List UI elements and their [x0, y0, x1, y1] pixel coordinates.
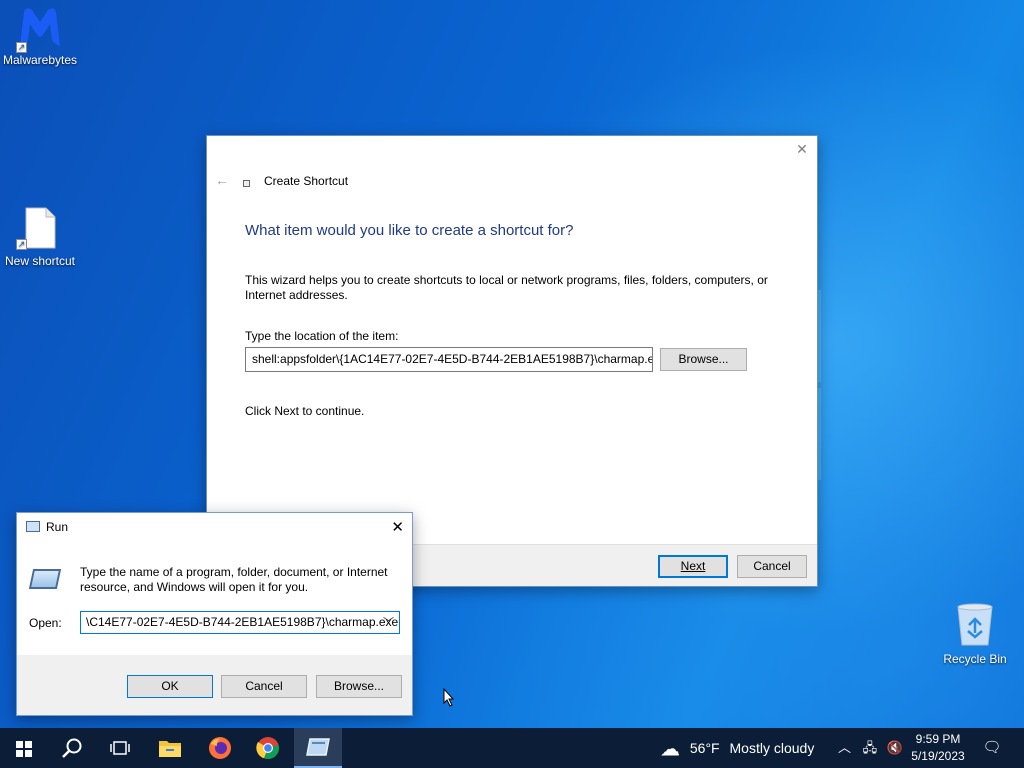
desktop-icon-label: Recycle Bin	[943, 652, 1007, 666]
wizard-description: This wizard helps you to create shortcut…	[245, 273, 768, 302]
open-combobox[interactable]: \C14E77-02E7-4E5D-B744-2EB1AE5198B7}\cha…	[80, 611, 400, 634]
blank-file-icon	[25, 207, 56, 249]
chevron-down-icon[interactable]: ﹀	[383, 614, 394, 630]
run-app-icon	[306, 738, 330, 756]
desktop-icon-label: Malwarebytes	[2, 53, 78, 67]
back-arrow-icon[interactable]: ←	[215, 172, 229, 188]
location-input[interactable]: shell:appsfolder\{1AC14E77-02E7-4E5D-B74…	[245, 347, 653, 372]
run-taskbar-button[interactable]	[294, 728, 342, 768]
start-icon	[16, 741, 32, 757]
firefox-button[interactable]	[196, 728, 244, 768]
continue-hint: Click Next to continue.	[245, 404, 365, 418]
ok-button[interactable]: OK	[127, 675, 213, 698]
taskbar: ☁ 56°F Mostly cloudy ︿ 🖧 🔇 9:59 PM 5/19/…	[0, 728, 1024, 768]
search-button[interactable]	[48, 728, 96, 768]
task-view-button[interactable]	[96, 728, 144, 768]
location-label: Type the location of the item:	[245, 329, 399, 343]
run-dialog: Run ✕ Type the name of a program, folder…	[16, 512, 413, 716]
chrome-icon	[256, 737, 279, 760]
next-button[interactable]: Next	[658, 555, 728, 578]
task-view-icon	[110, 741, 130, 755]
clock[interactable]: 9:59 PM 5/19/2023	[905, 731, 971, 765]
run-body: Type the name of a program, folder, docu…	[17, 541, 412, 655]
desktop-icon-recycle-bin[interactable]: Recycle Bin	[935, 603, 1015, 666]
open-label: Open:	[29, 616, 62, 630]
start-button[interactable]	[0, 728, 48, 768]
desktop-icon-new-shortcut[interactable]: ↗ New shortcut	[0, 207, 80, 268]
file-explorer-button[interactable]	[146, 728, 194, 768]
weather-temperature: 56°F	[689, 740, 720, 756]
recycle-bin-icon	[957, 603, 993, 646]
run-description: Type the name of a program, folder, docu…	[80, 565, 388, 594]
network-icon[interactable]: 🖧	[863, 740, 878, 755]
close-icon[interactable]: ✕	[391, 518, 404, 536]
run-icon	[26, 521, 40, 532]
cancel-button[interactable]: Cancel	[737, 555, 807, 578]
browse-button[interactable]: Browse...	[660, 348, 747, 371]
desktop-icon-label: New shortcut	[4, 254, 76, 268]
cancel-button[interactable]: Cancel	[221, 675, 307, 698]
chevron-up-icon[interactable]: ︿	[838, 740, 851, 755]
close-icon[interactable]: ✕	[795, 142, 809, 156]
weather-cloudy-icon: ☁	[660, 738, 680, 761]
shortcut-arrow-icon: ↗	[16, 239, 27, 250]
shortcut-arrow-icon: ↗	[16, 42, 27, 53]
clock-date: 5/19/2023	[911, 749, 965, 763]
window-title: Run	[46, 520, 69, 534]
chrome-button[interactable]	[244, 728, 292, 768]
file-explorer-icon	[159, 741, 181, 757]
browse-button[interactable]: Browse...	[316, 675, 402, 698]
page-heading: What item would you like to create a sho…	[245, 222, 574, 239]
mouse-cursor-icon	[443, 688, 455, 707]
run-titlebar: Run ✕	[17, 513, 412, 541]
firefox-icon	[209, 737, 231, 759]
window-title: Create Shortcut	[264, 174, 349, 188]
desktop-icon-malwarebytes[interactable]: ↗ Malwarebytes	[0, 6, 80, 67]
system-tray: ︿ 🖧 🔇	[838, 728, 903, 768]
notification-icon[interactable]: 🗨	[982, 728, 1002, 768]
run-program-icon	[28, 569, 62, 589]
weather-widget[interactable]: ☁ 56°F Mostly cloudy	[660, 728, 814, 768]
shortcut-icon	[243, 180, 250, 187]
volume-muted-icon[interactable]: 🔇	[887, 740, 903, 755]
clock-time: 9:59 PM	[915, 732, 961, 746]
weather-description: Mostly cloudy	[729, 740, 815, 756]
open-value: \C14E77-02E7-4E5D-B744-2EB1AE5198B7}\cha…	[86, 615, 399, 629]
search-icon	[62, 738, 82, 758]
